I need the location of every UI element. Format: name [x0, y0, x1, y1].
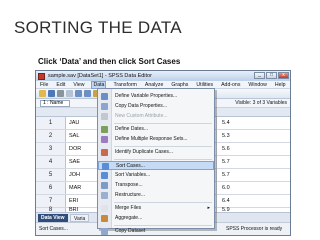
spss-app-icon — [38, 72, 45, 80]
menu-item-label: Transpose... — [115, 182, 143, 188]
menu-item-define-variable-properties[interactable]: Define Variable Properties... — [98, 92, 214, 101]
print-icon[interactable] — [57, 90, 64, 97]
menu-item-label: Define Variable Properties... — [115, 93, 178, 99]
define-variable-properties-icon — [101, 93, 108, 100]
window-controls: _ □ x — [254, 72, 289, 79]
undo-icon[interactable] — [75, 90, 82, 97]
name-cell[interactable]: ERI — [66, 195, 88, 207]
row-number[interactable]: 2 — [36, 130, 66, 142]
minimize-button[interactable]: _ — [254, 72, 265, 79]
value-cell[interactable]: 6.4 — [216, 195, 250, 207]
data-menu-dropdown: Define Variable Properties... Copy Data P… — [97, 88, 215, 235]
close-button[interactable]: x — [278, 72, 289, 79]
aggregate-icon — [101, 215, 108, 222]
value-cell[interactable]: 6.0 — [216, 182, 250, 194]
transpose-icon — [101, 182, 108, 189]
slide-subtitle: Click ‘Data’ and then click Sort Cases — [38, 57, 181, 66]
name-cell[interactable]: SAE — [66, 156, 88, 168]
redo-icon[interactable] — [84, 90, 91, 97]
define-multiple-response-sets-icon — [101, 136, 108, 143]
menu-item-restructure[interactable]: Restructure... — [98, 191, 214, 200]
menu-item-sort-variables[interactable]: Sort Variables... — [98, 171, 214, 180]
menu-window[interactable]: Window — [247, 82, 267, 88]
menu-item-label: Sort Variables... — [115, 172, 151, 178]
processor-status: SPSS Processor is ready — [226, 226, 283, 232]
value-cell[interactable]: 5.7 — [216, 169, 250, 181]
menu-item-label: Copy Dataset — [115, 228, 146, 234]
restructure-icon — [101, 192, 108, 199]
menu-item-aggregate[interactable]: Aggregate... — [98, 214, 214, 223]
menu-item-label: Identify Duplicate Cases... — [115, 149, 174, 155]
menu-item-identify-duplicate-cases[interactable]: Identify Duplicate Cases... — [98, 148, 214, 157]
sort-cases-icon — [102, 163, 109, 170]
menu-help[interactable]: Help — [274, 82, 287, 88]
row-number[interactable]: 1 — [36, 117, 66, 129]
value-cell[interactable]: 5.7 — [216, 156, 250, 168]
open-icon[interactable] — [39, 90, 46, 97]
value-cell[interactable]: 5.4 — [216, 117, 250, 129]
menu-item-label: Define Multiple Response Sets... — [115, 136, 188, 142]
menu-view[interactable]: View — [72, 82, 85, 88]
menu-file[interactable]: File — [39, 82, 49, 88]
menu-item-label: Define Dates... — [115, 126, 149, 132]
sort-variables-icon — [101, 172, 108, 179]
copy-dataset-icon — [101, 228, 108, 235]
menu-item-new-custom-attribute: New Custom Attribute... — [98, 112, 214, 121]
menu-item-label: Copy Data Properties... — [115, 103, 167, 109]
maximize-button[interactable]: □ — [266, 72, 277, 79]
menu-separator — [114, 225, 212, 226]
row-number[interactable]: 5 — [36, 169, 66, 181]
menu-separator — [114, 123, 212, 124]
row-number[interactable]: 4 — [36, 156, 66, 168]
submenu-arrow-icon: ▸ — [207, 205, 210, 211]
menu-analyze[interactable]: Analyze — [144, 82, 164, 88]
menu-separator — [114, 202, 212, 203]
menu-separator — [114, 159, 212, 160]
menu-item-sort-cases[interactable]: Sort Cases... — [98, 161, 214, 170]
title-bar: sample.sav [DataSet1] - SPSS Data Editor… — [36, 71, 290, 81]
tab-variable-view[interactable]: Varia — [70, 214, 90, 222]
value-cell[interactable]: 5.3 — [216, 130, 250, 142]
identify-duplicate-cases-icon — [101, 149, 108, 156]
row-number[interactable]: 3 — [36, 143, 66, 155]
menu-edit[interactable]: Edit — [55, 82, 66, 88]
cell-reference-input[interactable]: 1 : Name — [40, 100, 70, 107]
spss-window: sample.sav [DataSet1] - SPSS Data Editor… — [35, 70, 291, 236]
value-cell[interactable]: 5.6 — [216, 143, 250, 155]
new-custom-attribute-icon — [101, 113, 108, 120]
menu-utilities[interactable]: Utilities — [195, 82, 214, 88]
menu-item-define-multiple-response-sets[interactable]: Define Multiple Response Sets... — [98, 135, 214, 144]
menu-addons[interactable]: Add-ons — [220, 82, 241, 88]
save-icon[interactable] — [48, 90, 55, 97]
copy-data-properties-icon — [101, 103, 108, 110]
name-cell[interactable]: MAR — [66, 182, 88, 194]
menu-item-label: Sort Cases... — [116, 163, 145, 169]
visible-variables-label: Visible: 3 of 3 Variables — [235, 100, 287, 106]
row-number[interactable]: 6 — [36, 182, 66, 194]
menu-graphs[interactable]: Graphs — [170, 82, 189, 88]
menu-item-label: New Custom Attribute... — [115, 113, 168, 119]
status-hint: Sort Cases... — [39, 226, 68, 232]
recall-dialog-icon[interactable] — [66, 90, 73, 97]
name-cell[interactable]: JOH — [66, 169, 88, 181]
slide-title: SORTING THE DATA — [14, 18, 182, 37]
menu-item-merge-files[interactable]: Merge Files ▸ — [98, 204, 214, 213]
menu-separator — [114, 146, 212, 147]
menu-item-label: Aggregate... — [115, 215, 143, 221]
menu-item-label: Restructure... — [115, 192, 146, 198]
menu-item-copy-dataset[interactable]: Copy Dataset — [98, 227, 214, 235]
menu-item-copy-data-properties[interactable]: Copy Data Properties... — [98, 102, 214, 111]
window-title: sample.sav [DataSet1] - SPSS Data Editor — [48, 73, 152, 79]
tab-data-view[interactable]: Data View — [38, 214, 68, 222]
name-cell[interactable]: SAL — [66, 130, 88, 142]
menu-transform[interactable]: Transform — [112, 82, 137, 88]
name-cell[interactable]: JAU — [66, 117, 88, 129]
menu-item-label: Merge Files — [115, 205, 142, 211]
menu-item-define-dates[interactable]: Define Dates... — [98, 125, 214, 134]
merge-files-icon — [101, 205, 108, 212]
row-number[interactable]: 7 — [36, 195, 66, 207]
define-dates-icon — [101, 126, 108, 133]
menu-item-transpose[interactable]: Transpose... — [98, 181, 214, 190]
name-cell[interactable]: DOR — [66, 143, 88, 155]
